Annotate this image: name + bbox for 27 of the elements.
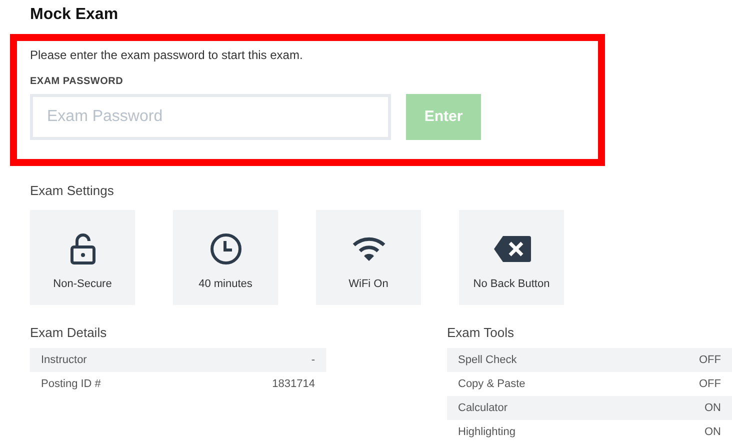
page-title: Mock Exam <box>30 5 120 25</box>
row-label: Posting ID # <box>41 376 101 392</box>
section-heading: Exam Tools <box>447 324 515 342</box>
row-value: ON <box>704 400 721 416</box>
setting-label: WiFi On <box>348 276 388 292</box>
row-value: - <box>311 352 315 368</box>
row-label: Copy & Paste <box>458 376 526 392</box>
row-label: Highlighting <box>458 424 516 440</box>
row-label: Calculator <box>458 400 508 416</box>
row-label: Spell Check <box>458 352 517 368</box>
setting-label: Non-Secure <box>53 276 112 292</box>
row-label: Instructor <box>41 352 87 368</box>
section-heading: Exam Details <box>30 324 108 342</box>
row-value: OFF <box>699 376 721 392</box>
clock-icon <box>210 232 242 264</box>
row-value: 1831714 <box>272 376 315 392</box>
password-field[interactable]: Exam Password <box>30 94 391 140</box>
wifi-icon <box>352 236 386 262</box>
password-label: EXAM PASSWORD <box>30 75 124 89</box>
padlock-icon <box>70 232 96 264</box>
row-value: ON <box>704 424 721 440</box>
setting-label: No Back Button <box>473 276 550 292</box>
row-value: OFF <box>699 352 721 368</box>
setting-label: 40 minutes <box>198 276 252 292</box>
password-prompt-text: Please enter the exam password to start this exam. <box>30 47 304 64</box>
section-heading: Exam Settings <box>30 182 115 200</box>
backspace-icon <box>492 234 530 262</box>
